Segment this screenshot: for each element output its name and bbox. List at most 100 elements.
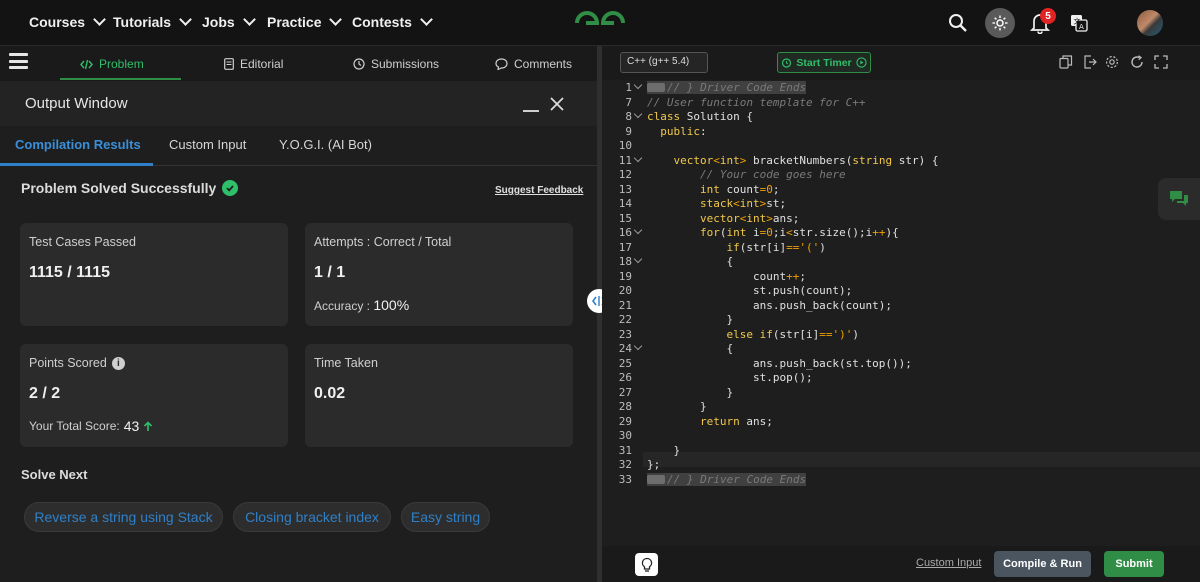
copy-icon[interactable] (1059, 55, 1073, 69)
nav-courses[interactable]: Courses (29, 13, 106, 30)
start-timer-button[interactable]: Start Timer (777, 52, 871, 73)
tab-custom-input[interactable]: Custom Input (169, 137, 246, 152)
custom-input-link[interactable]: Custom Input (916, 557, 981, 569)
tab-yogi-ai-bot[interactable]: Y.O.G.I. (AI Bot) (279, 137, 372, 152)
menu-icon[interactable] (9, 53, 28, 69)
compile-run-button[interactable]: Compile & Run (994, 551, 1091, 577)
document-icon (224, 58, 234, 70)
chat-icon (1170, 191, 1188, 206)
nav-tutorials[interactable]: Tutorials (113, 13, 192, 30)
output-window-header: Output Window (0, 81, 597, 126)
code-line: st.pop(); (647, 371, 813, 384)
code-line: } (647, 385, 734, 399)
chevron-down-icon (242, 13, 256, 26)
line-number: 25 (618, 356, 632, 370)
settings-gear-icon[interactable] (1105, 55, 1119, 69)
line-number: 11 (618, 153, 632, 167)
avatar[interactable] (1137, 10, 1163, 36)
nav-contests[interactable]: Contests (352, 13, 433, 30)
clock-icon (353, 58, 365, 70)
code-area[interactable]: // } Driver Code Ends // User function t… (643, 80, 1200, 550)
active-tab-indicator (60, 78, 181, 80)
tab-compilation-results[interactable]: Compilation Results (15, 137, 141, 152)
line-number: 15 (618, 211, 632, 225)
tab-comments[interactable]: Comments (495, 57, 572, 71)
code-line: if(str[i]=='(') (726, 240, 826, 254)
fullscreen-icon[interactable] (1154, 55, 1168, 69)
play-icon (855, 57, 867, 68)
tab-submissions[interactable]: Submissions (353, 57, 439, 71)
nav-tutorials-label: Tutorials (113, 14, 172, 30)
test-cases-label: Test Cases Passed (29, 235, 136, 249)
code-icon (80, 59, 93, 69)
check-circle-icon (222, 180, 239, 196)
submit-button[interactable]: Submit (1104, 551, 1164, 577)
line-number: 14 (618, 197, 632, 210)
code-line: }; (647, 458, 661, 471)
lightbulb-icon[interactable] (635, 553, 658, 576)
line-number: 9 (625, 124, 632, 138)
fold-chevron-icon[interactable] (633, 153, 643, 162)
line-number: 27 (618, 385, 632, 399)
line-number: 10 (618, 139, 632, 152)
sun-icon (992, 15, 1008, 31)
fold-chevron-icon[interactable] (633, 109, 643, 119)
tab-comments-label: Comments (514, 57, 573, 71)
points-card: Points Scored i 2 / 2 Your Total Score: … (20, 344, 288, 447)
line-number: 22 (618, 313, 632, 326)
chat-button[interactable] (1158, 178, 1200, 220)
tab-editorial[interactable]: Editorial (224, 57, 283, 71)
line-number: 21 (618, 298, 632, 312)
code-line: // Your code goes here (699, 168, 846, 181)
result-tabs: Compilation Results Custom Input Y.O.G.I… (0, 126, 597, 166)
editor-toolbar: C++ (g++ 5.4) Start Timer (602, 46, 1200, 80)
top-navigation: Courses Tutorials Jobs Practice Contests… (0, 0, 1200, 46)
test-cases-value: 1115 / 1115 (29, 264, 110, 281)
line-number: 16 (618, 226, 632, 239)
time-value: 0.02 (314, 385, 346, 402)
line-number: 8 (625, 110, 632, 123)
line-number: 18 (618, 255, 632, 268)
site-logo[interactable] (573, 8, 627, 38)
solve-next-item[interactable]: Reverse a string using Stack (24, 502, 223, 532)
time-card: Time Taken 0.02 (305, 344, 573, 447)
fold-chevron-icon[interactable] (633, 225, 643, 235)
comment-icon (495, 58, 508, 70)
translate-icon[interactable]: 文A (1065, 9, 1093, 37)
solve-next-item[interactable]: Closing bracket index (233, 502, 391, 532)
line-number: 19 (618, 269, 632, 283)
minimize-icon[interactable] (523, 110, 539, 112)
code-line: count++; (647, 269, 806, 283)
solve-next-item[interactable]: Easy string (401, 502, 490, 532)
search-icon[interactable] (944, 9, 972, 37)
line-number: 30 (618, 429, 632, 442)
line-number: 29 (618, 414, 632, 428)
import-icon[interactable] (1083, 55, 1097, 69)
suggest-feedback-link[interactable]: Suggest Feedback (495, 185, 583, 196)
nav-practice[interactable]: Practice (267, 13, 343, 30)
language-select[interactable]: C++ (g++ 5.4) (620, 52, 708, 73)
code-line: else if(str[i]==')') (726, 327, 859, 341)
nav-jobs[interactable]: Jobs (202, 13, 256, 30)
fold-chevron-icon[interactable] (633, 341, 643, 351)
fold-chevron-icon[interactable] (633, 80, 643, 90)
line-number: 26 (618, 371, 632, 384)
left-panel: Problem Editorial Submissions Comments O… (0, 46, 597, 582)
line-number: 33 (618, 472, 632, 486)
code-line: // } Driver Code Ends (647, 81, 807, 94)
theme-toggle-button[interactable] (985, 8, 1015, 38)
code-line: stack<int>st; (699, 197, 787, 210)
accuracy-row: Accuracy : 100% (314, 297, 409, 313)
info-icon[interactable]: i (111, 356, 125, 370)
code-line: ans.push_back(st.top()); (647, 356, 912, 370)
fold-chevron-icon[interactable] (633, 254, 643, 264)
tab-problem[interactable]: Problem (80, 57, 144, 71)
accuracy-value: 100% (373, 297, 410, 313)
code-editor-panel: C++ (g++ 5.4) Start Timer 1 7 8 9 10 11 12 13 14… (602, 46, 1200, 582)
close-icon[interactable] (549, 96, 565, 112)
line-number: 17 (618, 240, 632, 254)
refresh-icon[interactable] (1130, 55, 1144, 69)
solve-next-title: Solve Next (21, 467, 88, 482)
chevron-down-icon (420, 13, 433, 26)
